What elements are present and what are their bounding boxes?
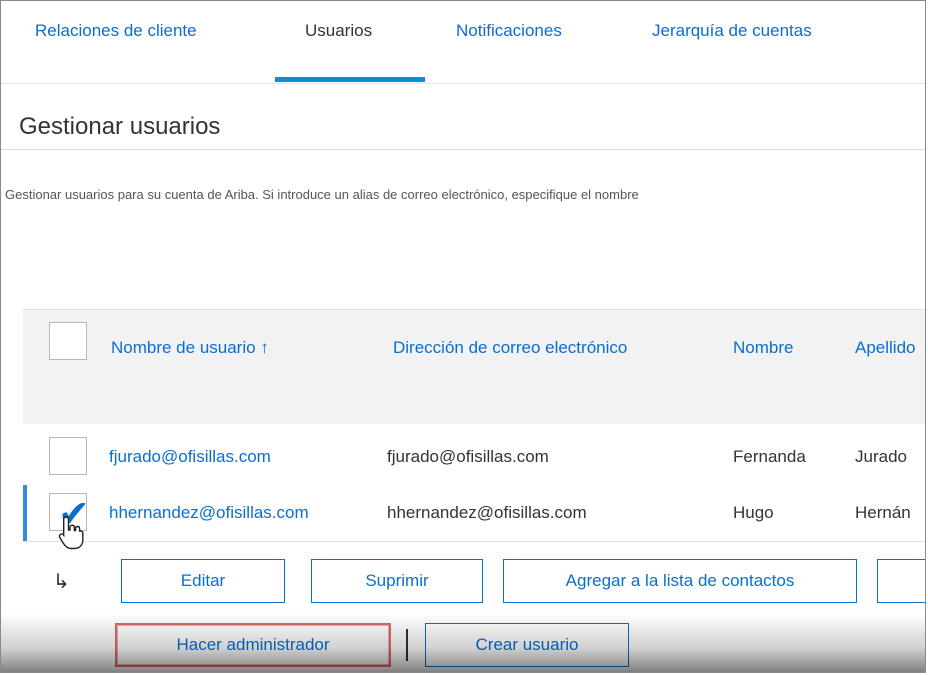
email-cell: fjurado@ofisillas.com [387,447,549,466]
make-admin-button[interactable]: Hacer administrador [115,623,391,667]
tab-relaciones-de-cliente[interactable]: Relaciones de cliente [35,21,197,41]
action-separator [406,629,408,661]
selected-row-indicator [23,485,27,541]
first-name-cell: Hugo [733,503,774,522]
column-header-email[interactable]: Dirección de correo electrónico [393,338,627,358]
column-header-last-name[interactable]: Apellido [855,338,916,358]
create-user-button[interactable]: Crear usuario [425,623,629,667]
tab-bar: Relaciones de cliente Usuarios Notificac… [1,1,925,84]
last-name-cell: Hernán [855,503,911,522]
page-description: Gestionar usuarios para su cuenta de Ari… [5,187,639,202]
table-row[interactable]: ✔ hhernandez@ofisillas.com hhernandez@of… [23,485,925,542]
first-name-cell: Fernanda [733,447,806,466]
title-divider [1,149,925,150]
active-tab-indicator [275,77,425,82]
last-name-cell: Jurado [855,447,907,466]
column-header-first-name[interactable]: Nombre [733,338,793,358]
row-checkbox[interactable] [49,437,87,475]
add-to-contacts-button[interactable]: Agregar a la lista de contactos [503,559,857,603]
tab-notificaciones[interactable]: Notificaciones [456,21,562,41]
table-header: Nombre de usuario ↑ Dirección de correo … [23,309,925,424]
username-link[interactable]: hhernandez@ofisillas.com [109,503,309,523]
more-actions-button[interactable] [877,559,925,603]
delete-button[interactable]: Suprimir [311,559,483,603]
app-frame: Relaciones de cliente Usuarios Notificac… [0,0,926,673]
username-link[interactable]: fjurado@ofisillas.com [109,447,271,467]
tab-usuarios[interactable]: Usuarios [305,21,372,41]
email-cell: hhernandez@ofisillas.com [387,503,587,522]
edit-button[interactable]: Editar [121,559,285,603]
sub-action-arrow-icon: ↳ [53,571,70,593]
column-header-username[interactable]: Nombre de usuario ↑ [111,338,269,358]
hand-cursor-icon [58,516,84,550]
table-row[interactable]: fjurado@ofisillas.com fjurado@ofisillas.… [23,429,925,486]
tab-jerarquia-de-cuentas[interactable]: Jerarquía de cuentas [652,21,812,41]
select-all-checkbox[interactable] [49,322,87,360]
page-title: Gestionar usuarios [19,113,221,140]
